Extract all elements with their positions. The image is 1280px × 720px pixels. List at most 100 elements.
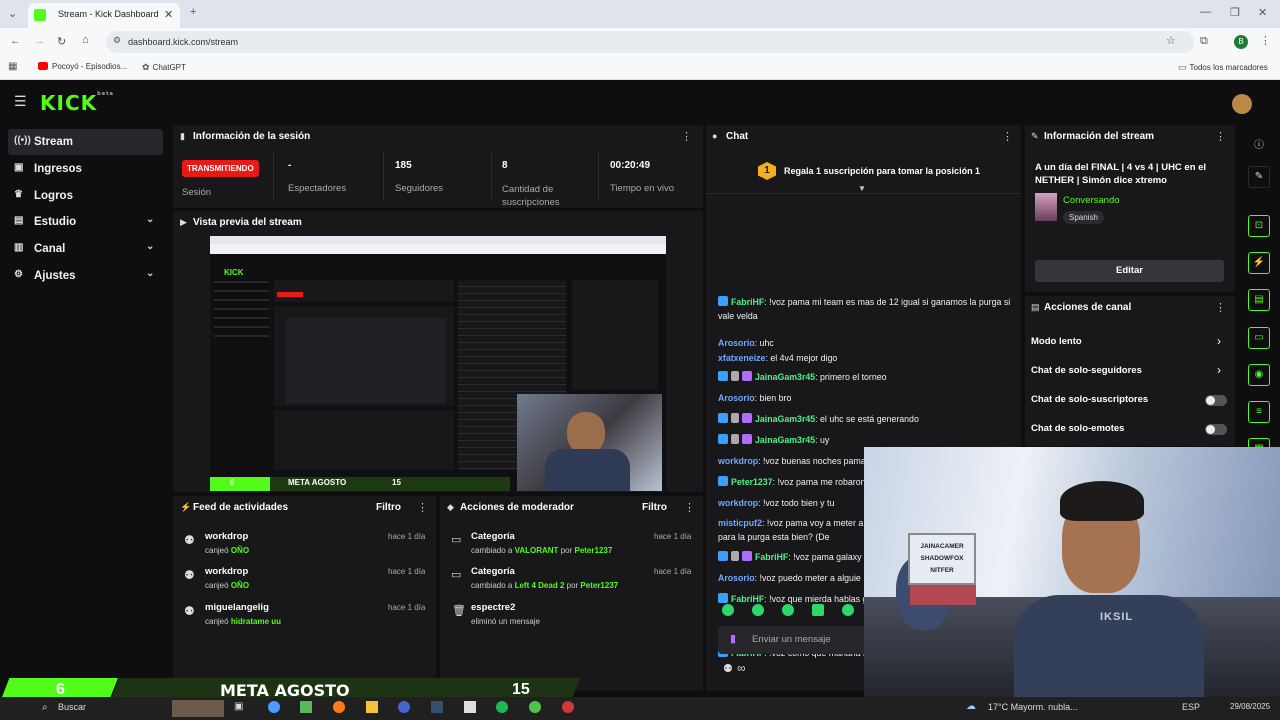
sidebar-item-stream[interactable]: ((•)) Stream (8, 129, 163, 155)
copilot-icon[interactable] (268, 701, 280, 713)
profile-avatar[interactable]: B (1234, 35, 1248, 49)
activity-filter-button[interactable]: Filtro (376, 502, 401, 513)
emote-icon[interactable] (752, 604, 764, 616)
firefox-icon[interactable] (333, 701, 345, 713)
extensions-icon[interactable]: ⧉ (1200, 35, 1208, 48)
pencil-icon: ✎ (1031, 131, 1039, 141)
back-icon[interactable]: ← (10, 35, 21, 47)
activity-user[interactable]: workdrop (205, 566, 248, 577)
more-options-icon[interactable]: ⋮ (1215, 301, 1226, 314)
emote-icon[interactable] (722, 604, 734, 616)
stream-category[interactable]: Conversando (1063, 195, 1120, 206)
chat-username[interactable]: Arosorio (718, 338, 755, 348)
mod-category-value[interactable]: VALORANT (515, 546, 559, 555)
mod-user[interactable]: Peter1237 (574, 546, 612, 555)
activity-user[interactable]: workdrop (205, 531, 248, 542)
more-options-icon[interactable]: ⋮ (1215, 130, 1226, 143)
user-avatar[interactable] (1232, 94, 1252, 114)
mod-user[interactable]: Peter1237 (580, 581, 618, 590)
close-tab-icon[interactable]: ✕ (164, 8, 173, 21)
gift-sub-banner[interactable]: 1 Regala 1 suscripción para tomar la pos… (706, 150, 1021, 194)
chat-username[interactable]: workdrop (718, 456, 758, 466)
chat-username[interactable]: FabriHF (731, 297, 764, 307)
emote-icon[interactable] (812, 604, 824, 616)
chat-username[interactable]: JainaGam3r45 (755, 435, 815, 445)
all-bookmarks[interactable]: ▭ Todos los marcadores (1178, 62, 1268, 73)
chat-settings-icon[interactable]: ⚉ (723, 662, 733, 675)
edit-layout-icon[interactable]: ✎ (1248, 166, 1270, 188)
recorder-icon[interactable] (562, 701, 574, 713)
mod-category-value[interactable]: Left 4 Dead 2 (515, 581, 565, 590)
task-view-icon[interactable]: ▣ (234, 701, 243, 712)
document-icon[interactable]: ▤ (1248, 289, 1270, 311)
broadcast-rail-icon[interactable]: ◉ (1248, 364, 1270, 386)
browser-menu-icon[interactable]: ⋮ (1260, 34, 1271, 47)
chat-username[interactable]: Arosorio (718, 573, 755, 583)
mod-item-title[interactable]: espectre2 (471, 602, 515, 613)
chat-username[interactable]: JainaGam3r45 (755, 414, 815, 424)
forward-icon[interactable]: → (34, 35, 45, 47)
more-options-icon[interactable]: ⋮ (681, 130, 692, 143)
mail-icon[interactable] (464, 701, 476, 713)
app-icon[interactable] (431, 701, 443, 713)
chevron-down-icon[interactable]: ▼ (858, 184, 866, 193)
chat-username[interactable]: JainaGam3r45 (755, 372, 815, 382)
edit-stream-button[interactable]: Editar (1035, 260, 1224, 282)
chat-username[interactable]: misticpuf2 (718, 518, 762, 528)
file-explorer-icon[interactable] (366, 701, 378, 713)
spotify-icon[interactable] (496, 701, 508, 713)
reload-icon[interactable]: ↻ (57, 35, 66, 48)
chat-username[interactable]: Peter1237 (731, 477, 773, 487)
bookmark-pocoyo[interactable]: Pocoyó - Episodios... (38, 62, 127, 71)
obs-icon[interactable] (398, 701, 410, 713)
taskbar-search[interactable]: Buscar (58, 702, 86, 712)
bookmark-chatgpt[interactable]: ✿ ChatGPT (142, 62, 186, 73)
emote-icon[interactable] (782, 604, 794, 616)
address-bar[interactable]: ⚙ dashboard.kick.com/stream ☆ (106, 31, 1194, 53)
apps-grid-icon[interactable]: ▦ (8, 61, 17, 72)
tab-menu-icon[interactable]: ⌄ (8, 7, 17, 20)
new-tab-icon[interactable]: + (190, 6, 196, 18)
slow-mode-row[interactable]: Modo lento › (1025, 333, 1235, 353)
info-icon[interactable]: ⓘ (1254, 136, 1264, 151)
fullscreen-icon[interactable]: ⊡ (1248, 215, 1270, 237)
quick-action-icon[interactable]: ⚡ (1248, 252, 1270, 274)
site-info-icon[interactable]: ⚙ (113, 35, 121, 46)
more-options-icon[interactable]: ⋮ (684, 501, 695, 514)
sidebar-item-ajustes[interactable]: ⚙ Ajustes ⌄ (8, 263, 163, 289)
taskbar-weather[interactable]: 17°C Mayorm. nubla... (988, 702, 1078, 712)
chat-input[interactable]: ▮ Enviar un mensaje (718, 626, 868, 654)
sidebar-item-logros[interactable]: ♛ Logros (8, 183, 163, 209)
bookmark-star-icon[interactable]: ☆ (1166, 34, 1176, 47)
taskbar-language[interactable]: ESP (1182, 702, 1200, 712)
subs-only-toggle[interactable] (1205, 395, 1227, 406)
more-options-icon[interactable]: ⋮ (417, 501, 428, 514)
chat-username[interactable]: xfatxeneize (718, 353, 765, 363)
sidebar-item-estudio[interactable]: ▤ Estudio ⌄ (8, 209, 163, 235)
hamburger-menu-icon[interactable]: ☰ (14, 93, 27, 110)
minecraft-icon[interactable] (300, 701, 312, 713)
minimize-icon[interactable]: — (1200, 6, 1211, 18)
chat-icon[interactable]: ▭ (1248, 327, 1270, 349)
followers-only-row[interactable]: Chat de solo-seguidores › (1025, 362, 1235, 382)
activity-user[interactable]: miguelangelig (205, 602, 269, 613)
chat-username[interactable]: Arosorio (718, 393, 755, 403)
more-options-icon[interactable]: ⋮ (1002, 130, 1013, 143)
sidebar-item-ingresos[interactable]: ▣ Ingresos (8, 156, 163, 182)
search-icon[interactable]: ⌕ (42, 702, 48, 713)
maximize-icon[interactable]: ❐ (1230, 6, 1240, 19)
moderator-filter-button[interactable]: Filtro (642, 502, 667, 513)
browser-tab[interactable]: Stream - Kick Dashboard ✕ (28, 3, 180, 28)
home-icon[interactable]: ⌂ (82, 34, 89, 46)
emotes-only-toggle[interactable] (1205, 424, 1227, 435)
chat-username[interactable]: workdrop (718, 498, 758, 508)
chrome-icon[interactable] (529, 701, 541, 713)
emote-icon[interactable] (842, 604, 854, 616)
sidebar-item-canal[interactable]: ▥ Canal ⌄ (8, 236, 163, 262)
taskbar-widget[interactable] (172, 700, 224, 717)
stream-preview-video[interactable]: KICK 6 META AGOSTO 15 (210, 236, 666, 491)
close-window-icon[interactable]: ✕ (1258, 6, 1267, 19)
list-icon[interactable]: ≡ (1248, 401, 1270, 423)
chat-username[interactable]: FabriHF (755, 552, 788, 562)
kick-logo[interactable]: KICKbeta (40, 91, 114, 115)
